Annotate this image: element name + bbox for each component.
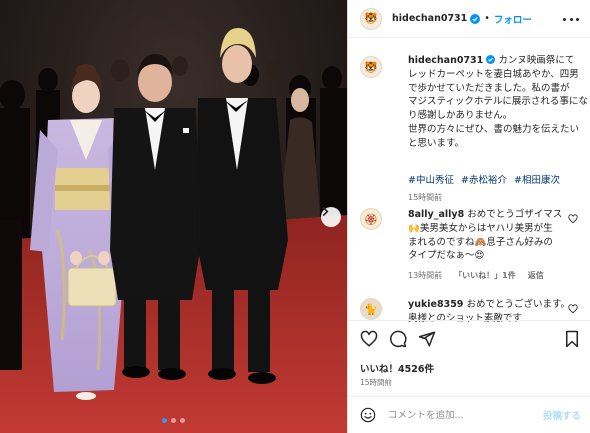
more-dot-icon [563, 17, 566, 21]
caption-line: で歩かせていただきました。私の書が [408, 82, 570, 94]
likes-count[interactable]: いいね！4526件 [360, 361, 434, 375]
comment-timestamp[interactable]: 13時間前 [408, 270, 442, 281]
post-comment-button[interactable]: 投稿する [543, 408, 581, 422]
caption-line: り感謝しかありません。 [408, 110, 513, 122]
comment-username[interactable]: yukie8359 [408, 299, 463, 310]
post-side-panel: 🐯 hidechan0731 • フォロー 🐯 hidechan0731 カンヌ… [347, 0, 590, 433]
avatar-glyph: 🐯 [364, 12, 378, 25]
caption-line: レッドカーペットを妻白城あやか、四男 [408, 68, 579, 80]
hashtag-list: #中山秀征 #赤松裕介 #相田康次 [408, 172, 564, 186]
hashtag-link[interactable]: #中山秀征 [408, 175, 454, 186]
avatar[interactable]: 🏵 [360, 208, 382, 230]
comment-text: 8ally_ally8 おめでとうゴザイマス 🙌美男美女からはヤハリ美男が生 ま… [408, 208, 576, 263]
hashtag-link[interactable]: #相田康次 [514, 175, 560, 186]
post-timestamp[interactable]: 15時間前 [360, 377, 392, 388]
verified-badge-icon [470, 13, 481, 24]
comment-line: タイプだなぁ〜😍 [408, 250, 485, 262]
photo-illustration [0, 0, 347, 433]
comment-like-icon[interactable] [568, 304, 578, 314]
author-username[interactable]: hidechan0731 [392, 13, 467, 24]
smiley-icon[interactable] [360, 407, 376, 423]
instagram-post-view: 🐯 hidechan0731 • フォロー 🐯 hidechan0731 カンヌ… [0, 0, 590, 433]
comment-line: 🙌美男美女からはヤハリ美男が生 [408, 222, 553, 234]
more-options-button[interactable] [563, 12, 579, 26]
more-dot-icon [576, 17, 579, 21]
reply-button[interactable]: 返信 [528, 270, 544, 281]
action-bar [360, 330, 581, 350]
caption-line: カンヌ映画祭にて [498, 55, 575, 66]
avatar-glyph: 🐯 [364, 60, 378, 74]
post-header: 🐯 hidechan0731 • フォロー [348, 0, 590, 38]
header-separator: • [484, 13, 490, 24]
carousel-dot-active [162, 418, 167, 423]
more-dot-icon [569, 17, 573, 21]
caption-line: マジスティックホテルに展示される事にな [408, 96, 588, 108]
comment-likes-count[interactable]: 「いいね！」1件 [454, 270, 516, 281]
caption-username[interactable]: hidechan0731 [408, 55, 483, 66]
comment-line: まれるのですね🙈息子さん好みの [408, 236, 553, 248]
comments-scroll-area[interactable]: 🐯 hidechan0731 カンヌ映画祭にて レッドカーペットを妻白城あやか、… [348, 46, 590, 326]
comment-icon[interactable] [389, 330, 407, 348]
comment-username[interactable]: 8ally_ally8 [408, 209, 464, 220]
avatar-glyph: 🐈 [364, 302, 378, 316]
carousel-dot [180, 418, 185, 423]
comment-line: おめでとうゴザイマス [467, 209, 563, 220]
post-photo[interactable] [0, 0, 347, 433]
comment-meta: 13時間前 「いいね！」1件 返信 [408, 270, 544, 281]
comment-input[interactable] [388, 409, 543, 421]
comment-text: yukie8359 おめでとうございます。 奥様とのショット素敵です [408, 298, 576, 326]
comment-line: おめでとうございます。 [466, 299, 571, 310]
avatar[interactable]: 🐈 [360, 298, 382, 320]
comment-composer: 投稿する [360, 404, 581, 426]
avatar[interactable]: 🐯 [360, 56, 382, 78]
chevron-right-icon [322, 207, 329, 216]
verified-badge-icon [486, 55, 496, 64]
caption-timestamp[interactable]: 15時間前 [408, 192, 442, 203]
carousel-indicator [0, 418, 347, 423]
share-icon[interactable] [418, 330, 436, 348]
bookmark-icon[interactable] [563, 330, 581, 348]
comment-like-icon[interactable] [568, 214, 578, 224]
caption-line: と思います。 [408, 137, 465, 149]
hashtag-link[interactable]: #赤松裕介 [461, 175, 507, 186]
divider [348, 396, 590, 397]
avatar-glyph: 🏵 [364, 212, 378, 226]
comment-line: 奥様とのショット素敵です [408, 312, 522, 324]
follow-button[interactable]: フォロー [494, 12, 532, 26]
caption-line: 世界の方々にぜひ、書の魅力を伝えたい [408, 123, 580, 135]
avatar[interactable]: 🐯 [360, 7, 382, 30]
divider [348, 320, 590, 321]
carousel-dot [171, 418, 176, 423]
heart-icon[interactable] [360, 330, 378, 348]
caption-text: hidechan0731 カンヌ映画祭にて レッドカーペットを妻白城あやか、四男… [408, 54, 588, 151]
carousel-next-button[interactable] [321, 207, 341, 227]
